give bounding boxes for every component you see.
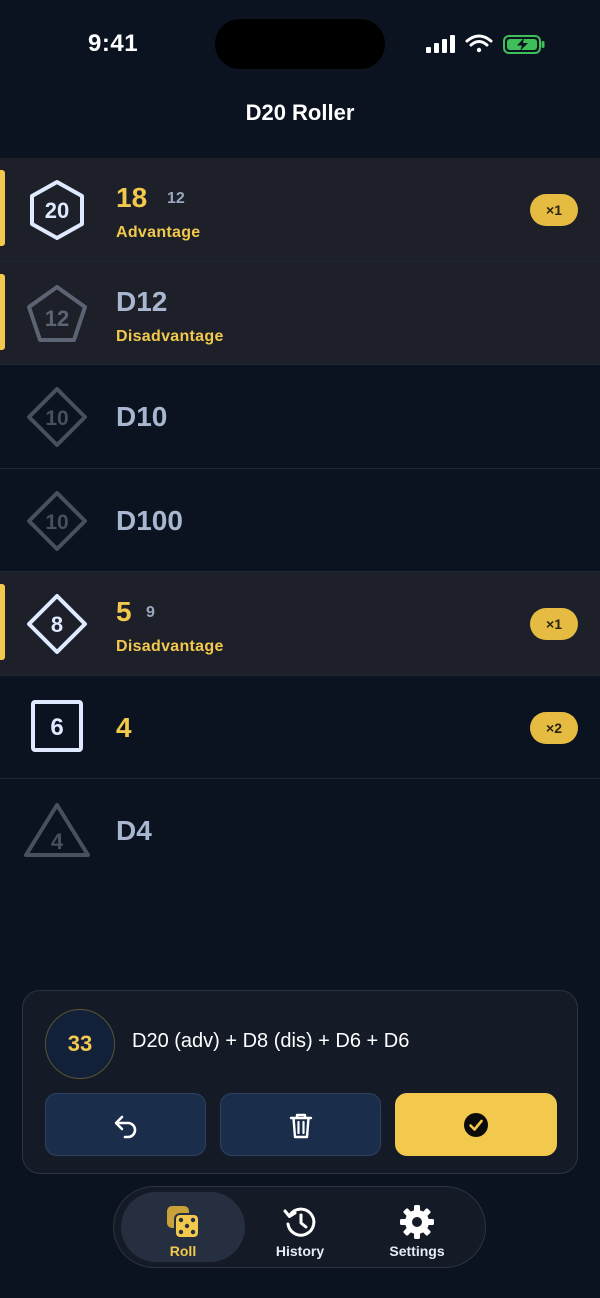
active-indicator <box>0 584 5 660</box>
d4-icon: 4 <box>22 799 92 863</box>
gear-icon <box>399 1204 435 1240</box>
die-label: D10 <box>116 401 168 432</box>
svg-text:10: 10 <box>45 407 68 430</box>
count-badge[interactable]: ×1 <box>530 194 578 226</box>
roll-mode-label: Disadvantage <box>116 327 224 345</box>
die-row-d20[interactable]: 20 18 12 Advantage ×1 <box>0 158 600 262</box>
dynamic-island <box>215 19 385 69</box>
signal-icon <box>426 35 455 53</box>
roll-total: 33 <box>45 1009 115 1079</box>
d6-icon: 6 <box>22 696 92 760</box>
die-secondary-roll: 12 <box>167 190 185 207</box>
die-result: 5 <box>116 596 132 627</box>
roll-mode-label: Disadvantage <box>116 638 224 655</box>
die-row-d4[interactable]: 4 D4 <box>0 779 600 883</box>
d20-icon: 20 <box>22 178 92 242</box>
die-row-d10[interactable]: 10 D10 <box>0 365 600 469</box>
die-secondary-roll: 9 <box>146 604 155 621</box>
svg-text:8: 8 <box>51 612 63 637</box>
die-row-d6[interactable]: 6 4 ×2 <box>0 676 600 779</box>
roll-summary-card: 33 D20 (adv) + D8 (dis) + D6 + D6 <box>22 990 578 1174</box>
tab-label: History <box>275 1243 325 1259</box>
undo-icon <box>114 1115 136 1138</box>
svg-text:10: 10 <box>45 511 68 534</box>
dice-icon <box>165 1204 201 1240</box>
tab-roll[interactable]: Roll <box>121 1192 245 1262</box>
history-icon <box>282 1204 318 1240</box>
roll-expression: D20 (adv) + D8 (dis) + D6 + D6 <box>132 1030 410 1052</box>
tab-history[interactable]: History <box>238 1192 362 1262</box>
die-label: D4 <box>116 815 152 846</box>
status-icons <box>424 32 548 56</box>
tab-settings[interactable]: Settings <box>355 1192 479 1262</box>
trash-icon <box>289 1113 312 1138</box>
die-result: 4 <box>116 711 132 743</box>
d10-icon: 10 <box>22 385 92 449</box>
die-label: D12 <box>116 285 168 317</box>
page-title: D20 Roller <box>245 100 355 125</box>
battery-icon <box>503 35 545 54</box>
die-row-d100[interactable]: 10 D100 <box>0 469 600 572</box>
svg-text:20: 20 <box>45 198 69 223</box>
active-indicator <box>0 273 5 350</box>
die-row-d12[interactable]: 12 D12 Disadvantage <box>0 261 600 365</box>
d8-icon: 8 <box>22 592 92 656</box>
svg-text:4: 4 <box>51 829 64 854</box>
d100-icon: 10 <box>22 489 92 553</box>
dice-list: 20 18 12 Advantage ×1 12 D12 Disadvantag… <box>0 158 600 883</box>
tab-bar: Roll History Settings <box>113 1186 486 1268</box>
svg-text:12: 12 <box>45 306 69 331</box>
undo-button[interactable] <box>45 1093 206 1156</box>
status-bar: 9:41 <box>0 0 600 90</box>
count-badge[interactable]: ×1 <box>530 608 578 640</box>
d12-icon: 12 <box>22 282 92 346</box>
count-badge[interactable]: ×2 <box>530 711 578 744</box>
die-result: 18 <box>116 182 148 213</box>
wifi-icon <box>465 34 493 53</box>
tab-label: Settings <box>389 1243 445 1259</box>
active-indicator <box>0 170 5 246</box>
status-time: 9:41 <box>88 30 139 57</box>
confirm-button[interactable] <box>395 1093 557 1156</box>
clear-button[interactable] <box>220 1093 381 1156</box>
roll-mode-label: Advantage <box>116 224 201 241</box>
svg-text:6: 6 <box>50 714 63 741</box>
tab-label: Roll <box>169 1243 197 1259</box>
die-label: D100 <box>116 504 183 536</box>
die-row-d8[interactable]: 8 5 9 Disadvantage ×1 <box>0 572 600 676</box>
checkmark-icon <box>464 1112 488 1137</box>
